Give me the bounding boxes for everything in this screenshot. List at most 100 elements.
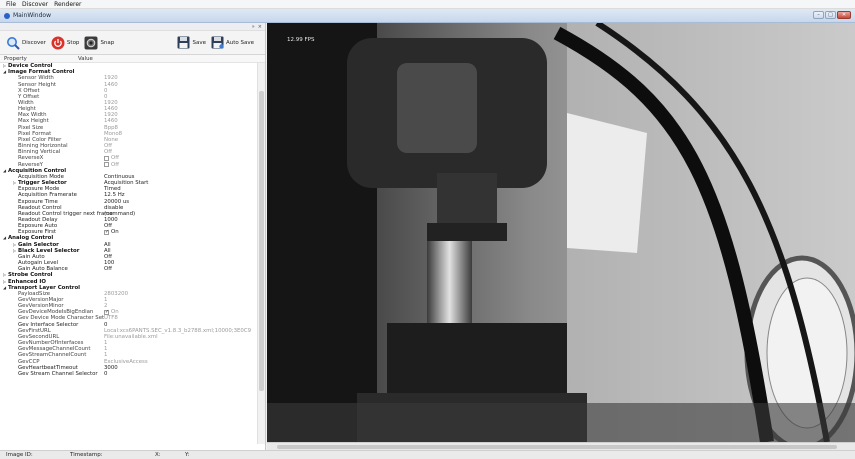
property-name-text: GevStreamChannelCount [18,352,87,359]
table-header: Property Value [0,55,265,63]
checkbox[interactable] [104,155,109,161]
property-name-text: Height [18,106,36,113]
property-value[interactable]: Off [104,266,112,272]
property-name: Height [0,106,104,112]
property-value-text: 1920 [104,75,118,82]
property-value[interactable]: 20000 us [104,199,129,205]
property-value[interactable]: Acquisition Start [104,180,148,186]
property-value-text: 100 [104,260,115,267]
property-name-text: Acquisition Mode [18,173,64,180]
property-row[interactable]: GevFirstURL Local:xcs6PANTS.SEC_v1.8.3_b2… [0,328,257,334]
property-name: GevSecondURL [0,334,104,340]
vertical-scrollbar[interactable] [257,63,265,444]
camera-image [267,23,855,442]
property-value[interactable]: (command) [104,211,135,217]
property-value-text: On [111,229,119,236]
property-value: Off [104,162,119,168]
property-value-text: Acquisition Start [104,180,149,187]
property-name-text: Gev Device Mode Character Set [18,315,105,322]
property-name-text: Device Control [8,63,53,70]
menu-renderer[interactable]: Renderer [54,1,81,8]
property-value[interactable]: 0 [104,371,107,377]
property-value[interactable]: All [104,242,111,248]
property-name: Max Height [0,118,104,124]
property-value-text: 1000 [104,216,118,223]
property-value[interactable]: On [104,229,119,235]
property-name-text: Sensor Width [18,75,54,82]
horizontal-scroll-thumb[interactable] [277,445,837,449]
dock-close-icon[interactable]: × [258,24,262,30]
maximize-button[interactable]: □ [825,11,836,19]
property-value-text: 1 [104,340,108,347]
property-value-text: 0 [104,87,108,94]
property-name-text: Gain Auto [18,253,45,260]
property-name-text: Readout Delay [18,216,58,223]
property-value[interactable]: 0 [104,322,107,328]
checkbox[interactable] [104,229,109,235]
snap-button[interactable]: Snap [84,36,114,50]
vertical-scroll-thumb[interactable] [259,91,264,391]
property-name-text: GevHeartbeatTimeout [18,364,78,371]
property-name-text: Sensor Height [18,81,57,88]
property-value-text: 1920 [104,100,118,107]
property-value[interactable]: disable [104,205,123,211]
property-name: Readout Control [0,205,104,211]
property-value[interactable]: 12.5 Hz [104,192,125,198]
save-button[interactable]: Save [177,36,206,49]
property-name: GevHeartbeatTimeout [0,365,104,371]
property-value[interactable]: 100 [104,260,114,266]
minimize-button[interactable]: – [813,11,824,19]
property-name-text: Analog Control [8,235,54,242]
property-name: ◢ Acquisition Control [0,168,104,174]
property-value[interactable]: 3000 [104,365,118,371]
property-name-text: GevMessageChannelCount [18,346,91,353]
close-button[interactable]: ✕ [837,11,851,19]
property-value[interactable]: Off [104,254,112,260]
column-value[interactable]: Value [78,56,265,62]
property-name: GevVersionMajor [0,297,104,303]
property-name-text: Transport Layer Control [8,284,80,291]
property-value: None [104,137,118,143]
property-row[interactable]: Gev Stream Channel Selector 0 [0,371,257,377]
checkbox[interactable] [104,309,109,315]
property-value-text: Timed [104,186,121,193]
status-x: X: [155,452,161,458]
property-name-text: Max Height [18,118,49,125]
property-value: Local:xcs6PANTS.SEC_v1.8.3_b2788.xml;100… [104,328,251,334]
property-value[interactable]: Continuous [104,174,134,180]
property-value-text: Off [111,155,119,162]
checkbox[interactable] [104,162,109,168]
property-value[interactable]: 1000 [104,217,118,223]
property-name-text: Width [18,100,34,107]
property-name-text: Acquisition Control [8,167,67,174]
power-icon [51,36,65,50]
column-property[interactable]: Property [0,56,78,62]
property-value[interactable]: Timed [104,186,121,192]
property-value[interactable]: All [104,248,111,254]
menu-file[interactable]: File [6,1,16,8]
property-value-text: Off [111,161,119,168]
fps-overlay: 12.99 FPS [287,37,315,43]
dock-float-icon[interactable]: » [252,24,255,30]
menu-discover[interactable]: Discover [22,1,48,8]
property-value-text: 1460 [104,81,118,88]
auto-save-button[interactable]: Auto Save [211,36,254,49]
property-name: ▷ Device Control [0,63,104,69]
property-name: Sensor Width [0,75,104,81]
horizontal-scrollbar[interactable] [267,442,855,450]
property-value-text: 1460 [104,118,118,125]
stop-button[interactable]: Stop [51,36,79,50]
property-value-text: 3000 [104,364,118,371]
property-value: 0 [104,88,107,94]
property-name-text: GevNumberOfInterfaces [18,340,84,347]
property-name: PayloadSize [0,291,104,297]
property-value: 1460 [104,118,118,124]
menu-bar: File Discover Renderer [0,0,855,9]
discover-button[interactable]: Discover [6,36,46,50]
property-name-text: Pixel Format [18,130,52,137]
auto-save-label: Auto Save [225,39,254,46]
property-name-text: PayloadSize [18,290,51,297]
property-name: ReverseX [0,155,104,161]
property-value-text: Off [104,266,112,273]
property-name: Sensor Height [0,82,104,88]
